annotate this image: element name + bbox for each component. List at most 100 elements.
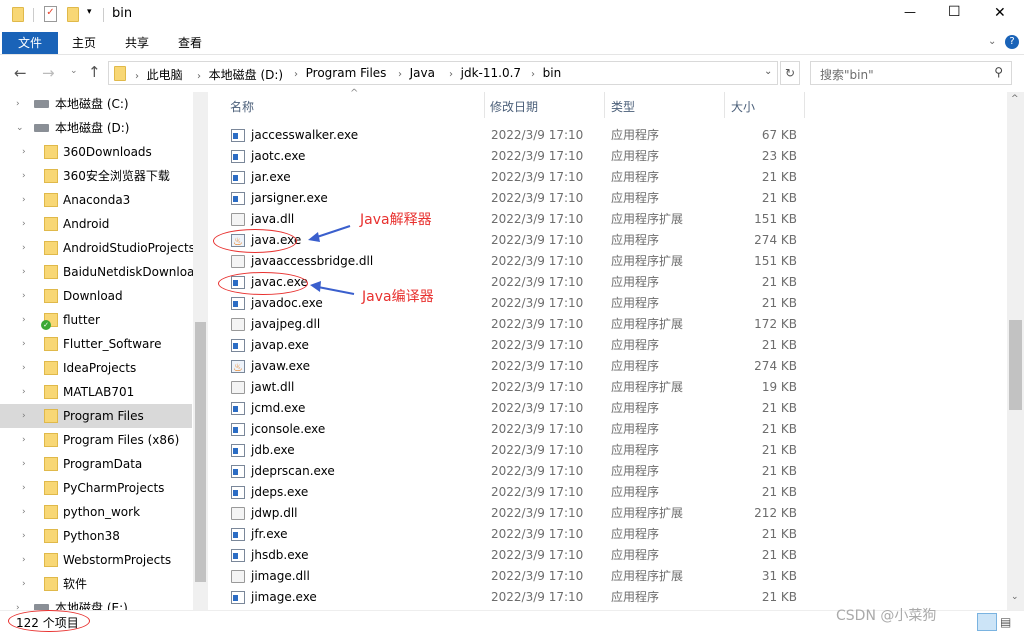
properties-icon[interactable]: ✓ <box>44 6 57 22</box>
sidebar-item[interactable]: › IdeaProjects <box>0 356 192 380</box>
crumb-java[interactable]: Java <box>410 66 435 80</box>
chevron-right-icon[interactable]: › <box>22 428 26 452</box>
file-row[interactable]: javajpeg.dll 2022/3/9 17:10 应用程序扩展 172 K… <box>222 314 802 335</box>
sidebar-item[interactable]: › ✓ flutter <box>0 308 192 332</box>
tab-home[interactable]: 主页 <box>72 32 96 54</box>
file-row[interactable]: jfr.exe 2022/3/9 17:10 应用程序 21 KB <box>222 524 802 545</box>
file-row[interactable]: jdeps.exe 2022/3/9 17:10 应用程序 21 KB <box>222 482 802 503</box>
minimize-button[interactable]: — <box>904 5 916 19</box>
sidebar-item[interactable]: › BaiduNetdiskDownloa <box>0 260 194 284</box>
refresh-button[interactable]: ↻ <box>780 61 800 85</box>
chevron-right-icon[interactable]: › <box>22 404 26 428</box>
chevron-right-icon[interactable]: › <box>22 164 26 188</box>
recent-locations-icon[interactable]: ⌄ <box>70 66 78 76</box>
column-name[interactable]: 名称 <box>230 98 254 115</box>
sidebar-item[interactable]: › Download <box>0 284 192 308</box>
chevron-right-icon[interactable]: › <box>22 212 26 236</box>
file-list-scrollbar[interactable]: ^ ⌄ <box>1007 92 1024 610</box>
file-row[interactable]: jdwp.dll 2022/3/9 17:10 应用程序扩展 212 KB <box>222 503 802 524</box>
chevron-right-icon[interactable]: › <box>22 140 26 164</box>
file-row[interactable]: javaw.exe 2022/3/9 17:10 应用程序 274 KB <box>222 356 802 378</box>
sidebar-item[interactable]: › Android <box>0 212 192 236</box>
chevron-right-icon[interactable]: › <box>22 452 26 476</box>
sidebar-item[interactable]: › 本地磁盘 (E:) <box>0 596 192 610</box>
file-row[interactable]: jconsole.exe 2022/3/9 17:10 应用程序 21 KB <box>222 419 802 440</box>
sidebar-item[interactable]: › ProgramData <box>0 452 192 476</box>
chevron-down-icon[interactable]: ⌄ <box>16 116 24 140</box>
expand-ribbon-icon[interactable]: ⌄ <box>988 36 996 47</box>
scroll-up-icon[interactable]: ^ <box>1011 94 1019 104</box>
divider[interactable] <box>484 92 485 118</box>
chevron-right-icon[interactable]: › <box>22 260 26 284</box>
chevron-right-icon[interactable]: › <box>22 236 26 260</box>
crumb-drive-d[interactable]: 本地磁盘 (D:) <box>209 68 283 82</box>
sidebar-item[interactable]: › python_work <box>0 500 192 524</box>
file-row[interactable]: jimage.dll 2022/3/9 17:10 应用程序扩展 31 KB <box>222 566 802 587</box>
column-type[interactable]: 类型 <box>611 98 635 115</box>
scroll-down-icon[interactable]: ⌄ <box>1011 592 1019 602</box>
sidebar-item[interactable]: › 360Downloads <box>0 140 192 164</box>
up-button[interactable]: ↑ <box>88 63 101 81</box>
chevron-right-icon[interactable]: › <box>22 500 26 524</box>
help-icon[interactable]: ? <box>1005 35 1019 49</box>
file-row[interactable]: jimage.exe 2022/3/9 17:10 应用程序 21 KB <box>222 587 802 608</box>
divider[interactable] <box>724 92 725 118</box>
chevron-right-icon[interactable]: › <box>22 380 26 404</box>
back-button[interactable]: ← <box>14 64 27 82</box>
customize-toolbar-icon[interactable]: ▾ <box>87 7 92 17</box>
sidebar-scrollbar[interactable] <box>193 92 208 610</box>
new-folder-icon[interactable] <box>67 7 79 22</box>
file-row[interactable]: jaotc.exe 2022/3/9 17:10 应用程序 23 KB <box>222 146 802 167</box>
crumb-bin[interactable]: bin <box>543 66 562 80</box>
tab-view[interactable]: 查看 <box>178 32 202 54</box>
tab-share[interactable]: 共享 <box>125 32 149 54</box>
sidebar-scroll-thumb[interactable] <box>195 322 206 582</box>
chevron-right-icon[interactable]: › <box>22 308 26 332</box>
sidebar-item[interactable]: › 软件 <box>0 572 192 596</box>
chevron-right-icon[interactable]: › <box>22 476 26 500</box>
file-list-scroll-thumb[interactable] <box>1009 320 1022 410</box>
sidebar-item[interactable]: › Python38 <box>0 524 192 548</box>
address-dropdown-icon[interactable]: ⌄ <box>764 66 772 77</box>
close-button[interactable]: ✕ <box>994 5 1006 21</box>
chevron-right-icon[interactable]: › <box>16 596 20 610</box>
chevron-right-icon[interactable]: › <box>16 92 20 116</box>
sidebar-item[interactable]: › MATLAB701 <box>0 380 192 404</box>
file-row[interactable]: jaccesswalker.exe 2022/3/9 17:10 应用程序 67… <box>222 125 802 146</box>
sidebar-item[interactable]: › 本地磁盘 (C:) <box>0 92 192 116</box>
sidebar-item[interactable]: ⌄ 本地磁盘 (D:) <box>0 116 192 140</box>
file-row[interactable]: jhsdb.exe 2022/3/9 17:10 应用程序 21 KB <box>222 545 802 566</box>
search-input[interactable]: 搜索"bin" ⚲ <box>810 61 1012 85</box>
sidebar-item[interactable]: › PyCharmProjects <box>0 476 192 500</box>
details-view-button[interactable] <box>977 613 997 631</box>
chevron-right-icon[interactable]: › <box>22 524 26 548</box>
chevron-right-icon[interactable]: › <box>22 284 26 308</box>
file-row[interactable]: javap.exe 2022/3/9 17:10 应用程序 21 KB <box>222 335 802 356</box>
file-row[interactable]: jawt.dll 2022/3/9 17:10 应用程序扩展 19 KB <box>222 377 802 398</box>
chevron-right-icon[interactable]: › <box>22 356 26 380</box>
sidebar-item[interactable]: › WebstormProjects <box>0 548 192 572</box>
chevron-right-icon[interactable]: › <box>22 548 26 572</box>
crumb-jdk[interactable]: jdk-11.0.7 <box>461 66 521 80</box>
chevron-right-icon[interactable]: › <box>22 188 26 212</box>
divider[interactable] <box>804 92 805 118</box>
file-row[interactable]: jarsigner.exe 2022/3/9 17:10 应用程序 21 KB <box>222 188 802 209</box>
file-row[interactable]: jdb.exe 2022/3/9 17:10 应用程序 21 KB <box>222 440 802 461</box>
forward-button[interactable]: → <box>42 64 55 82</box>
chevron-right-icon[interactable]: › <box>22 572 26 596</box>
file-row[interactable]: jar.exe 2022/3/9 17:10 应用程序 21 KB <box>222 167 802 188</box>
large-icons-view-button[interactable]: ▤ <box>1000 615 1011 629</box>
maximize-button[interactable]: ☐ <box>948 4 961 20</box>
sidebar-item[interactable]: › Anaconda3 <box>0 188 192 212</box>
divider[interactable] <box>604 92 605 118</box>
crumb-this-pc[interactable]: 此电脑 <box>147 68 183 82</box>
sidebar-item[interactable]: › 360安全浏览器下载 <box>0 164 192 188</box>
sidebar-item[interactable]: › Program Files (x86) <box>0 428 192 452</box>
address-bar[interactable]: › 此电脑 › 本地磁盘 (D:) › Program Files › Java… <box>108 61 778 85</box>
file-row[interactable]: jdeprscan.exe 2022/3/9 17:10 应用程序 21 KB <box>222 461 802 482</box>
sidebar-item[interactable]: › Program Files <box>0 404 192 428</box>
chevron-right-icon[interactable]: › <box>22 332 26 356</box>
column-size[interactable]: 大小 <box>731 98 755 115</box>
column-date[interactable]: 修改日期 <box>490 98 538 115</box>
crumb-program-files[interactable]: Program Files <box>306 66 387 80</box>
